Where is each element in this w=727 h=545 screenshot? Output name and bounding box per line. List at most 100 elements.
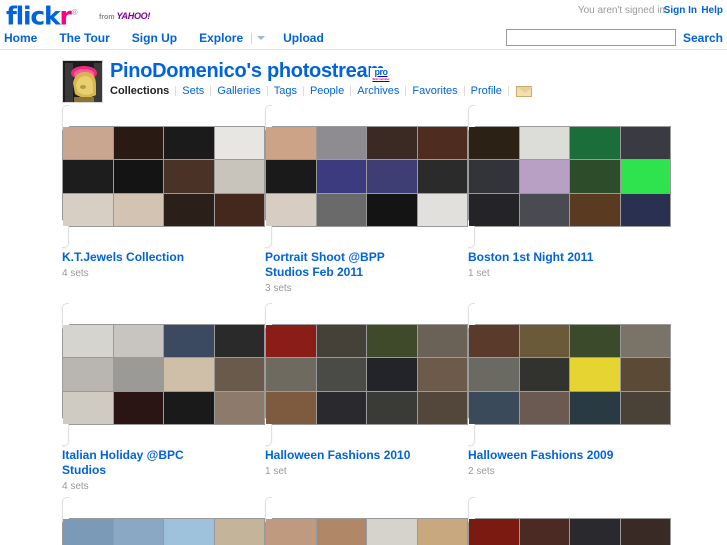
registered-trademark-icon: ® <box>70 8 79 17</box>
subnav-item-archives[interactable]: Archives <box>351 85 405 97</box>
subnav-item-tags[interactable]: Tags <box>268 85 303 97</box>
mosaic-tile <box>620 391 670 424</box>
collection-thumbnail[interactable] <box>62 303 265 446</box>
collection-item <box>62 497 265 545</box>
collection-thumbnail[interactable] <box>468 303 671 446</box>
collection-item: Halloween Fashions 2009 2 sets <box>468 303 671 492</box>
collection-thumbnail[interactable] <box>468 497 671 545</box>
search-input[interactable] <box>505 29 676 46</box>
mosaic-tile <box>469 358 519 391</box>
mosaic-tile <box>519 391 569 424</box>
nav-links: Home The Tour Sign Up Explore Upload <box>4 26 346 50</box>
subnav-item-people[interactable]: People <box>304 85 350 97</box>
mosaic-tile <box>417 325 467 358</box>
mosaic-tile <box>63 391 113 424</box>
mosaic-tile <box>519 160 569 193</box>
envelope-icon[interactable] <box>515 85 533 97</box>
from-label: from <box>99 14 115 21</box>
mosaic-tile <box>266 391 316 424</box>
mosaic-tile <box>214 127 264 160</box>
nav-item-the-tour[interactable]: The Tour <box>59 31 109 45</box>
mosaic-tile <box>113 193 163 226</box>
mosaic-tile <box>417 127 467 160</box>
collection-item: K.T.Jewels Collection 4 sets <box>62 105 265 294</box>
collection-thumbnail[interactable] <box>265 497 468 545</box>
mosaic-tile <box>63 160 113 193</box>
subnav-item-collections[interactable]: Collections <box>110 85 175 97</box>
mosaic-tile <box>620 160 670 193</box>
collection-title[interactable]: Italian Holiday @BPC Studios <box>62 448 222 478</box>
page-title[interactable]: PinoDomenico's photostream <box>110 60 385 83</box>
collection-title[interactable]: Halloween Fashions 2010 <box>265 448 425 463</box>
mosaic-tile <box>164 519 214 545</box>
mosaic-tile <box>570 519 620 545</box>
signed-in-status: You aren't signed in <box>577 5 665 16</box>
mosaic-tile <box>164 358 214 391</box>
top-bar: flickr® from YAHOO! You aren't signed in… <box>0 0 727 28</box>
nav-item-explore-group[interactable]: Explore <box>199 31 266 45</box>
nav-item-upload[interactable]: Upload <box>283 31 324 45</box>
collection-title[interactable]: Portrait Shoot @BPP Studios Feb 2011 <box>265 250 425 280</box>
mosaic-tile <box>164 127 214 160</box>
mosaic-tile <box>367 519 417 545</box>
sign-in-link[interactable]: Sign In <box>664 5 697 16</box>
avatar-image <box>63 61 102 102</box>
search-area: Search <box>505 29 723 46</box>
mosaic-tile <box>113 391 163 424</box>
pro-badge[interactable]: pro flickr member <box>370 68 392 81</box>
mosaic-tile <box>63 358 113 391</box>
collection-mosaic <box>62 126 265 227</box>
mosaic-tile <box>417 391 467 424</box>
mosaic-tile <box>316 358 366 391</box>
nav-item-home[interactable]: Home <box>4 31 37 45</box>
subnav-item-profile[interactable]: Profile <box>465 85 508 97</box>
mosaic-tile <box>417 358 467 391</box>
mosaic-tile <box>214 325 264 358</box>
subnav-item-sets[interactable]: Sets <box>176 85 210 97</box>
mosaic-tile <box>570 127 620 160</box>
mosaic-tile <box>214 519 264 545</box>
flickr-logo[interactable]: flickr® <box>6 1 79 28</box>
mosaic-tile <box>316 160 366 193</box>
mosaic-tile <box>417 519 467 545</box>
mosaic-tile <box>367 358 417 391</box>
mosaic-tile <box>367 325 417 358</box>
mosaic-tile <box>620 358 670 391</box>
collection-set-count: 1 set <box>265 466 287 477</box>
mosaic-tile <box>164 193 214 226</box>
collection-title[interactable]: Halloween Fashions 2009 <box>468 448 628 463</box>
subnav-item-favorites[interactable]: Favorites <box>406 85 463 97</box>
collection-mosaic <box>62 518 265 545</box>
collection-thumbnail[interactable] <box>265 303 468 446</box>
collection-title[interactable]: Boston 1st Night 2011 <box>468 250 628 265</box>
chevron-down-icon[interactable] <box>257 36 266 40</box>
nav-item-explore[interactable]: Explore <box>199 31 243 45</box>
collections-grid: K.T.Jewels Collection 4 sets Portrait Shoo… <box>62 105 702 545</box>
pro-badge-sublabel: flickr member <box>372 77 390 81</box>
collection-mosaic <box>265 518 468 545</box>
help-link[interactable]: Help <box>701 5 723 16</box>
collection-thumbnail[interactable] <box>265 105 468 248</box>
mosaic-tile <box>266 193 316 226</box>
collection-thumbnail[interactable] <box>62 497 265 545</box>
collection-thumbnail[interactable] <box>468 105 671 248</box>
mosaic-tile <box>417 193 467 226</box>
subnav-item-galleries[interactable]: Galleries <box>211 85 266 97</box>
collection-set-count: 1 set <box>468 268 490 279</box>
collection-mosaic <box>468 518 671 545</box>
mosaic-tile <box>469 391 519 424</box>
mosaic-tile <box>266 358 316 391</box>
mosaic-tile <box>519 358 569 391</box>
pro-badge-label: pro <box>374 67 389 77</box>
main-nav-bar: Home The Tour Sign Up Explore Upload Sea… <box>0 26 727 50</box>
mosaic-tile <box>266 519 316 545</box>
mosaic-tile <box>620 127 670 160</box>
mosaic-tile <box>164 391 214 424</box>
nav-item-sign-up[interactable]: Sign Up <box>132 31 177 45</box>
avatar[interactable] <box>62 60 103 103</box>
collection-thumbnail[interactable] <box>62 105 265 248</box>
mosaic-tile <box>214 358 264 391</box>
search-button[interactable]: Search <box>683 31 723 45</box>
mosaic-tile <box>367 160 417 193</box>
collection-title[interactable]: K.T.Jewels Collection <box>62 250 222 265</box>
